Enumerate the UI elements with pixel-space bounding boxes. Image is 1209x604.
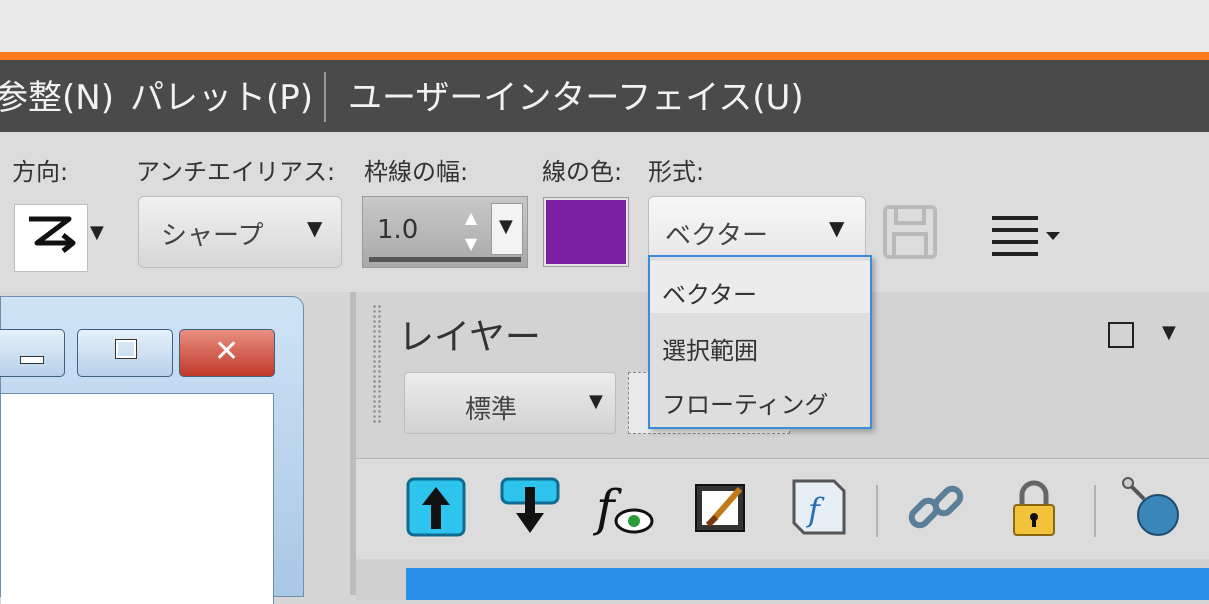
border-width-spinner[interactable]: 1.0 ▲ ▼ ▼ (362, 196, 528, 268)
border-width-value: 1.0 (377, 215, 419, 245)
accent-line (0, 52, 1209, 60)
format-option-label: フローティング (662, 391, 829, 419)
close-button[interactable]: ✕ (179, 329, 275, 377)
menu-adjust[interactable]: 参整(N) (0, 78, 114, 118)
format-option-label: 選択範囲 (662, 337, 758, 365)
layer-list (356, 560, 1209, 600)
line-color-swatch[interactable] (543, 197, 629, 267)
direction-icon (29, 216, 76, 253)
chevron-down-icon: ▼ (589, 391, 603, 412)
chevron-down-icon: ▼ (829, 216, 845, 240)
close-icon: ✕ (214, 334, 240, 369)
effects-visibility-icon[interactable]: f (592, 475, 656, 539)
toolbar-separator (876, 485, 878, 537)
format-value: ベクター (665, 221, 768, 251)
script-icon[interactable]: f (786, 475, 850, 539)
layer-row-selected[interactable] (406, 568, 1209, 600)
restore-icon (115, 339, 137, 359)
direction-button[interactable] (14, 204, 88, 272)
spinner-arrows-icon[interactable]: ▲ ▼ (458, 205, 484, 257)
minimize-button[interactable] (0, 329, 65, 377)
toolbar-separator (1094, 485, 1096, 537)
link-icon[interactable] (904, 475, 968, 539)
svg-text:f: f (592, 479, 622, 537)
antialias-label: アンチエイリアス: (136, 158, 336, 186)
document-window: ✕ (0, 296, 304, 604)
antialias-value: シャープ (161, 221, 264, 251)
panel-grip[interactable] (372, 304, 382, 424)
format-option-floating[interactable]: フローティング (650, 371, 870, 423)
border-width-dropdown[interactable]: ▼ (491, 203, 523, 255)
document-canvas[interactable] (1, 393, 274, 604)
panel-maximize-icon[interactable] (1108, 322, 1134, 348)
format-option-vector[interactable]: ベクター (650, 261, 870, 313)
border-width-slider[interactable] (369, 257, 521, 262)
format-option-selection[interactable]: 選択範囲 (650, 317, 870, 369)
lines-icon (992, 216, 1060, 256)
lock-icon[interactable] (1002, 475, 1066, 539)
line-style-button[interactable] (990, 212, 1068, 266)
layer-panel-title: レイヤー (398, 317, 541, 358)
menu-user-interface[interactable]: ユーザーインターフェイス(U) (348, 78, 804, 118)
antialias-dropdown[interactable]: シャープ ▼ (138, 196, 342, 268)
restore-button[interactable] (77, 329, 173, 377)
menu-bar: 参整(N) パレット(P) ユーザーインターフェイス(U) (0, 60, 1209, 132)
layer-toolbar: f f (356, 458, 1209, 559)
direction-dropdown-arrow[interactable]: ▼ (90, 222, 104, 243)
format-dropdown-list: ベクター 選択範囲 フローティング (648, 255, 872, 429)
minimize-icon (20, 356, 44, 364)
move-down-icon[interactable] (498, 475, 562, 539)
border-width-label: 枠線の幅: (364, 158, 469, 186)
panel-menu-arrow[interactable]: ▼ (1162, 322, 1176, 343)
globe-icon[interactable] (1120, 475, 1184, 539)
direction-label: 方向: (12, 158, 69, 186)
format-option-label: ベクター (662, 281, 758, 309)
line-color-label: 線の色: (542, 158, 623, 186)
move-up-icon[interactable] (404, 475, 468, 539)
menu-palette[interactable]: パレット(P) (130, 78, 313, 118)
format-label: 形式: (648, 158, 705, 186)
blend-mode-dropdown[interactable]: 標準 ▼ (404, 372, 616, 434)
chevron-down-icon: ▼ (499, 216, 513, 237)
blend-mode-value: 標準 (465, 395, 518, 425)
menu-separator (324, 72, 326, 122)
tool-options-bar: 方向: アンチエイリアス: 枠線の幅: 線の色: 形式: ▼ シャープ ▼ 1.… (0, 132, 1209, 292)
paint-brush-icon[interactable] (690, 475, 754, 539)
chevron-down-icon: ▼ (307, 216, 323, 240)
title-bar (0, 0, 1209, 52)
save-icon[interactable] (882, 204, 938, 260)
